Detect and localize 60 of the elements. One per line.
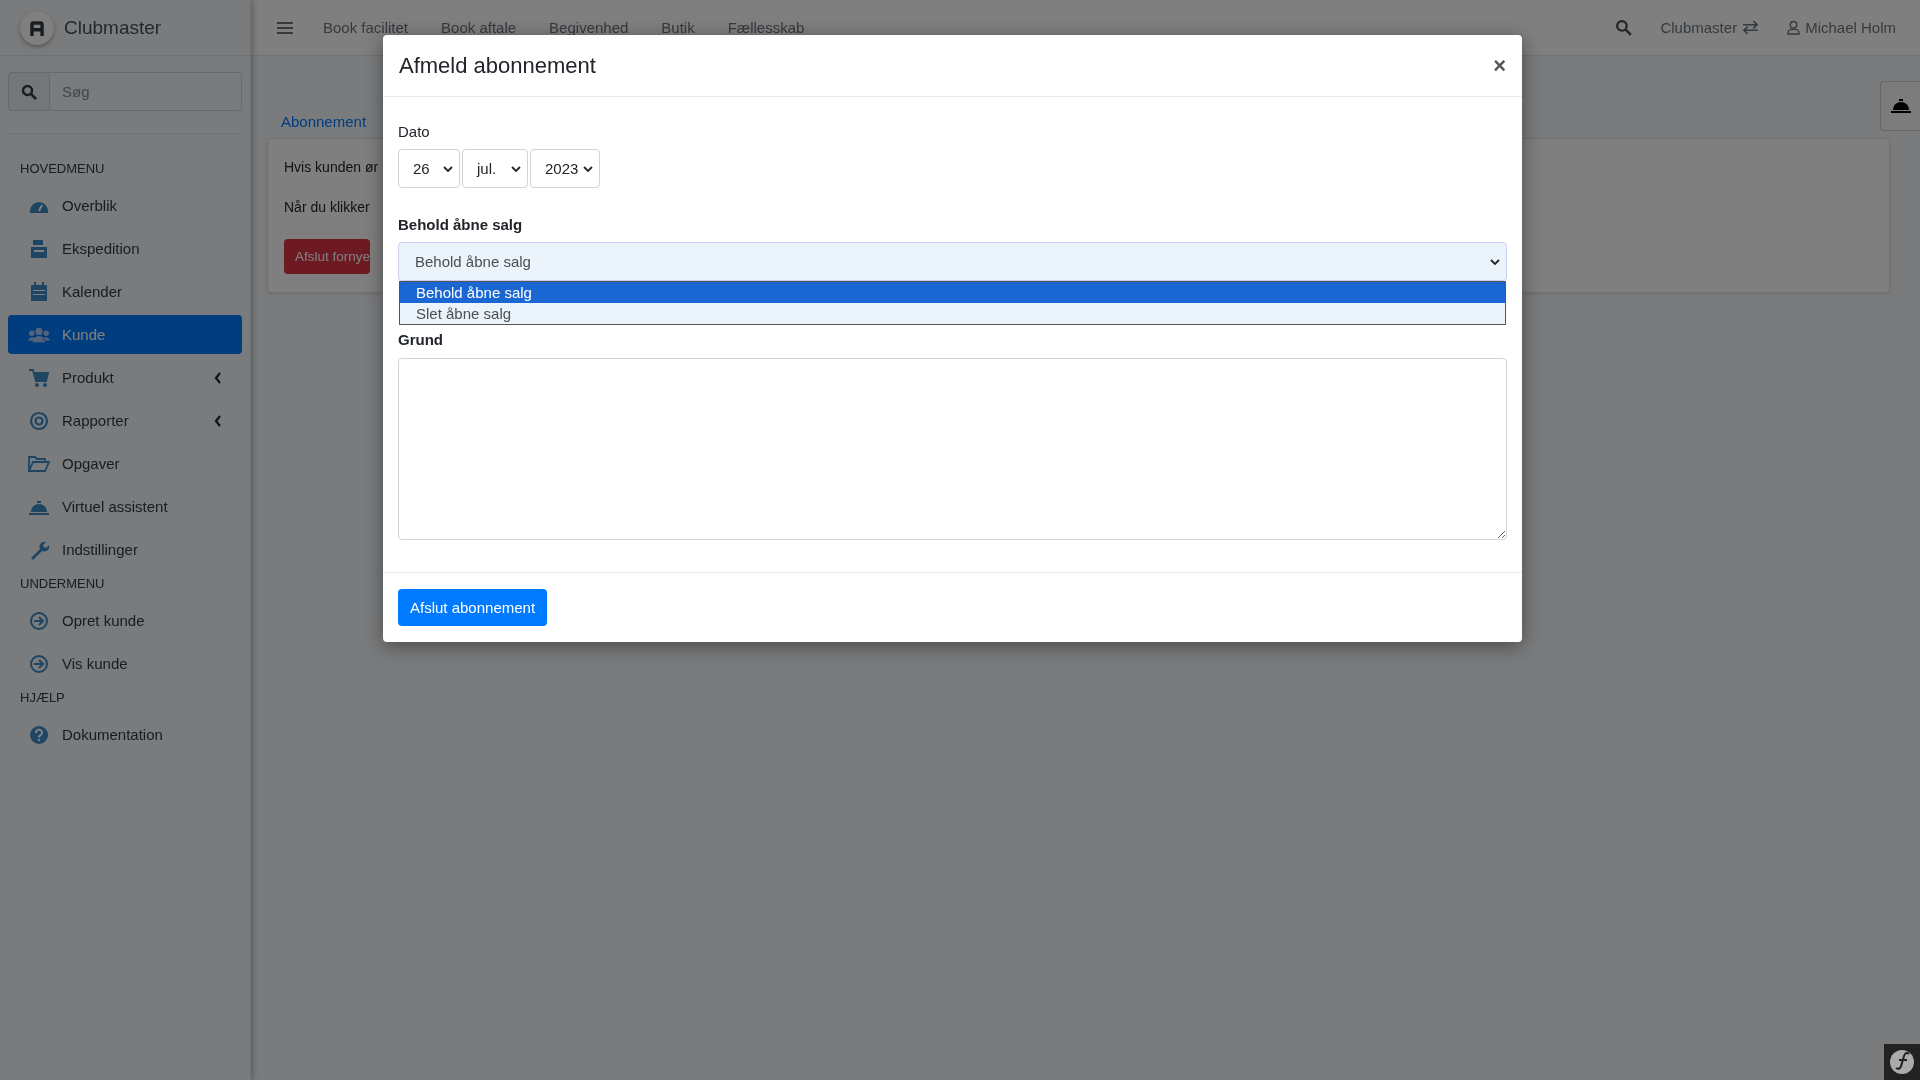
sidebar-item[interactable]: Opret kunde [8,601,242,640]
search-icon[interactable] [8,72,50,111]
bell-button[interactable] [1880,81,1920,131]
field-label: Behold åbne salg [398,216,524,233]
target-icon [28,410,50,431]
chevron-icon [511,165,521,172]
sidebar-item[interactable]: Kalender [8,272,242,311]
user-name-link[interactable]: Michael Holm [1805,19,1896,36]
sidebar-item[interactable]: Produkt [8,358,242,397]
toolbar-logo-icon[interactable] [1884,1044,1920,1080]
cash-register-icon [28,238,50,259]
logo-icon [20,10,54,45]
nav-link[interactable]: Book aftale [441,19,517,36]
calendar-icon [28,281,50,302]
date-select[interactable]: 26 [398,149,460,188]
question-icon [28,724,50,745]
nav-link[interactable]: Book facilitet [323,19,409,36]
date-select[interactable]: 2023 [530,149,600,188]
search-icon[interactable] [1615,19,1633,36]
field-label: Grund [398,331,444,348]
nav-link[interactable]: Butik [661,19,695,36]
sidebar-item[interactable]: Kunde [8,315,242,354]
close-button[interactable]: × [1493,52,1506,79]
sidebar-item[interactable]: Opgaver [8,444,242,483]
tab[interactable]: Abonnement [267,105,381,138]
sidebar-item[interactable]: Indstillinger [8,530,242,569]
section-heading: HOVEDMENU [19,160,106,178]
chevron-icon [583,165,593,172]
field-label: Dato [398,123,431,140]
brand-name: Clubmaster [64,16,162,39]
keep-sales-select[interactable]: Behold åbne salg [398,242,1507,281]
user-icon[interactable] [1787,20,1801,35]
sidebar-item[interactable]: Virtuel assistent [8,487,242,526]
paragraph: Hvis kunden ør [284,159,379,175]
folder-icon [28,454,50,473]
sidebar-item[interactable]: Ekspedition [8,229,242,268]
menu-icon[interactable] [277,20,293,35]
club-switcher-link[interactable]: Clubmaster [1660,19,1738,36]
chevron-icon [1490,258,1500,265]
swap-arrows-icon[interactable] [1742,21,1760,34]
dropdown-option[interactable]: Slet åbne salg [400,303,1505,324]
section-heading: HJÆLP [19,689,66,707]
nav-link[interactable]: Fællesskab [727,19,805,36]
sidebar-item[interactable]: Overblik [8,186,242,225]
modal-title: Afmeld abonnement [399,52,596,79]
section-heading: UNDERMENU [19,575,106,593]
chevron-icon [443,165,453,172]
end-subscription-button[interactable]: Afslut abonnement [398,589,548,626]
nav-link[interactable]: Begivenhed [549,19,629,36]
sidebar-item[interactable]: Rapporter [8,401,242,440]
sidebar-item[interactable]: Vis kunde [8,644,242,683]
end-renewal-button[interactable]: Afslut fornye [284,239,371,274]
date-select[interactable]: jul. [462,149,528,188]
cart-icon [28,367,50,388]
dropdown-option[interactable]: Behold åbne salg [400,282,1505,303]
paragraph: Når du klikker [284,199,370,215]
reason-field[interactable] [398,358,1507,540]
bell-icon [1890,97,1911,115]
users-icon [28,325,50,344]
sidebar-item[interactable]: Dokumentation [8,715,242,754]
